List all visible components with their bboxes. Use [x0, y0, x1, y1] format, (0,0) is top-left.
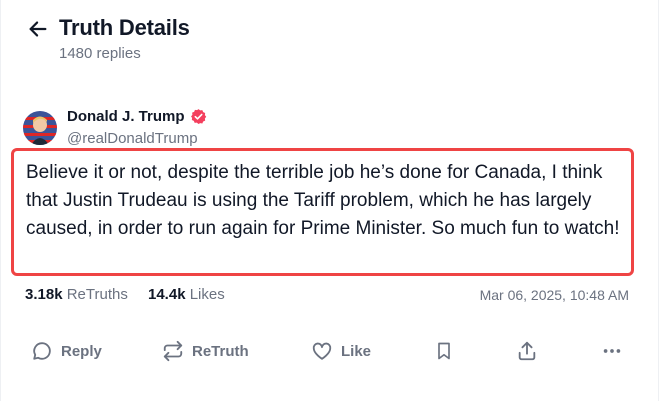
- share-button[interactable]: [516, 336, 538, 366]
- verified-badge-icon: [190, 108, 207, 125]
- retruths-count: 3.18k: [25, 286, 63, 303]
- arrow-left-icon: [29, 21, 47, 37]
- author-name-text: Donald J. Trump: [67, 108, 185, 125]
- post-highlight-box: Believe it or not, despite the terrible …: [11, 148, 634, 276]
- post-text: Believe it or not, despite the terrible …: [26, 162, 620, 239]
- avatar-image: [23, 111, 57, 145]
- page-header: Truth Details 1480 replies: [1, 0, 658, 80]
- author-name[interactable]: Donald J. Trump: [67, 108, 207, 125]
- replies-count: 1480 replies: [59, 45, 141, 62]
- likes-stat[interactable]: 14.4k Likes: [148, 286, 225, 303]
- truth-details-page: Truth Details 1480 replies Donald J. Tru…: [0, 0, 659, 401]
- reply-bubble-icon: [33, 342, 51, 360]
- author-handle[interactable]: @realDonaldTrump: [67, 130, 198, 147]
- post-author: Donald J. Trump @realDonaldTrump: [23, 107, 623, 147]
- retruths-label: ReTruths: [66, 286, 128, 303]
- bookmark-button[interactable]: [434, 336, 454, 366]
- like-button[interactable]: Like: [311, 336, 371, 366]
- post-timestamp: Mar 06, 2025, 10:48 AM: [479, 287, 629, 303]
- reply-button[interactable]: Reply: [31, 336, 102, 366]
- post-actions: Reply ReTruth Like: [1, 336, 658, 366]
- page-title: Truth Details: [59, 15, 190, 40]
- retruth-label: ReTruth: [192, 342, 249, 360]
- post-stats: 3.18k ReTruths 14.4k Likes Mar 06, 2025,…: [25, 286, 629, 308]
- reply-label: Reply: [61, 342, 102, 360]
- retruths-stat[interactable]: 3.18k ReTruths: [25, 286, 128, 303]
- share-icon: [518, 341, 536, 361]
- likes-count: 14.4k: [148, 286, 186, 303]
- avatar[interactable]: [23, 111, 57, 145]
- back-button[interactable]: [25, 16, 51, 42]
- more-options-button[interactable]: [601, 336, 623, 366]
- bookmark-icon: [438, 342, 450, 360]
- retruth-button[interactable]: ReTruth: [162, 336, 249, 366]
- like-label: Like: [341, 342, 372, 360]
- likes-label: Likes: [189, 286, 225, 303]
- more-dots-icon: [603, 349, 621, 353]
- retruth-icon: [163, 340, 183, 362]
- heart-icon: [312, 342, 332, 360]
